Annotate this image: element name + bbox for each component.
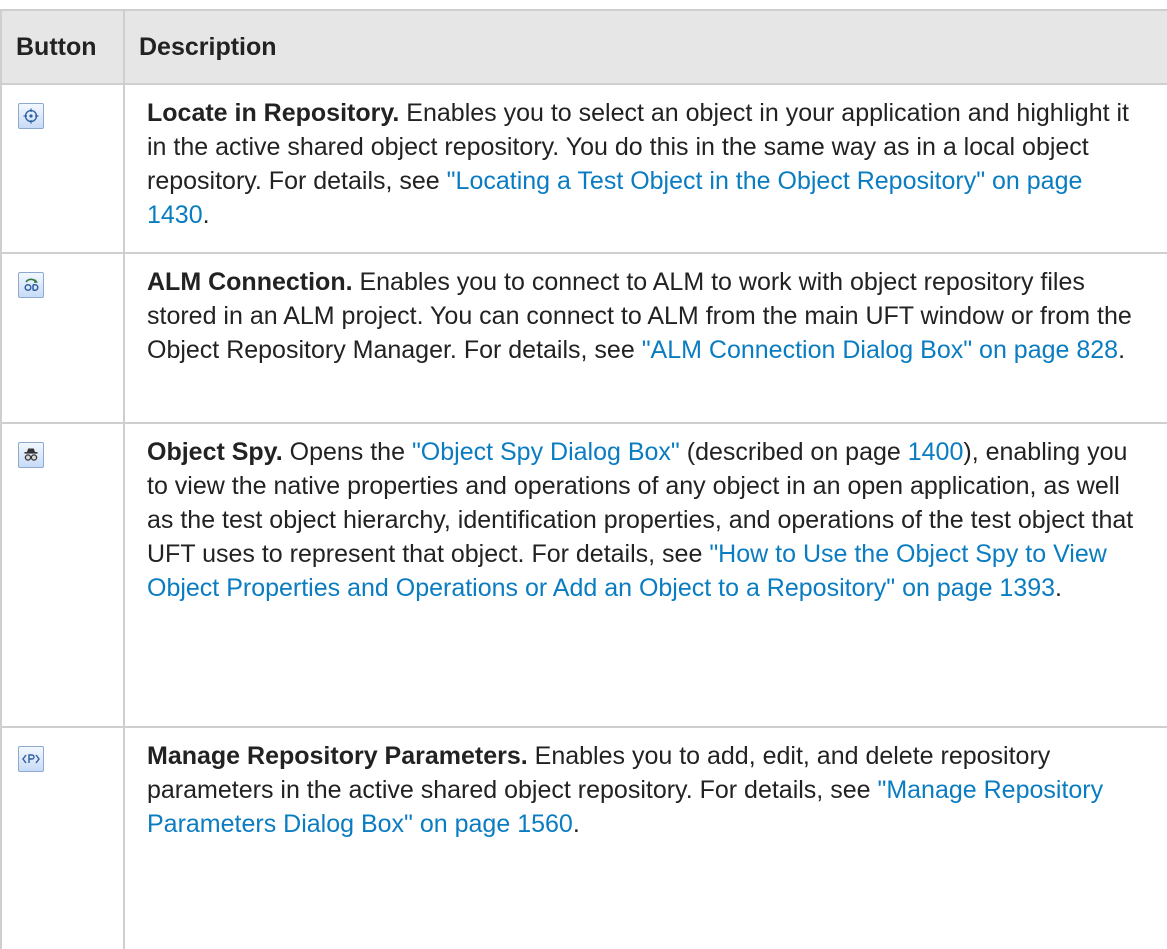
button-description-table: Button Description Locate in Repository.…	[0, 9, 1167, 949]
description-text: .	[1118, 336, 1126, 364]
table-header-row: Button Description	[0, 9, 1167, 85]
term-label: ALM Connection.	[147, 268, 353, 296]
description-text: .	[1055, 574, 1062, 602]
term-label: Locate in Repository.	[147, 99, 400, 127]
button-cell	[0, 84, 125, 254]
object-spy-icon[interactable]	[18, 442, 44, 468]
button-cell	[0, 727, 125, 949]
description-text: (described on page	[679, 438, 908, 466]
doc-link[interactable]: "ALM Connection Dialog Box" on page 828	[642, 336, 1118, 364]
description-text: Opens the	[282, 438, 412, 466]
alm-connection-icon[interactable]	[18, 272, 44, 298]
term-label: Manage Repository Parameters.	[147, 742, 528, 770]
table-row: Object Spy. Opens the "Object Spy Dialog…	[0, 423, 1167, 728]
term-label: Object Spy.	[147, 438, 283, 466]
header-button: Button	[0, 9, 125, 85]
button-cell	[0, 253, 125, 424]
description-cell: Locate in Repository. Enables you to sel…	[123, 84, 1167, 254]
description-text: .	[202, 201, 210, 229]
header-description: Description	[123, 9, 1167, 85]
description-text: .	[572, 810, 580, 838]
table-row: ALM Connection. Enables you to connect t…	[0, 253, 1167, 424]
table-row: Locate in Repository. Enables you to sel…	[0, 84, 1167, 254]
description-cell: Object Spy. Opens the "Object Spy Dialog…	[123, 423, 1167, 728]
doc-link[interactable]: "Object Spy Dialog Box"	[412, 438, 680, 466]
repository-parameters-icon[interactable]	[18, 746, 44, 772]
description-cell: Manage Repository Parameters. Enables yo…	[123, 727, 1167, 949]
description-cell: ALM Connection. Enables you to connect t…	[123, 253, 1167, 424]
locate-crosshair-icon[interactable]	[18, 103, 44, 129]
button-cell	[0, 423, 125, 728]
doc-link[interactable]: 1400	[908, 438, 964, 466]
table-row: Manage Repository Parameters. Enables yo…	[0, 727, 1167, 949]
